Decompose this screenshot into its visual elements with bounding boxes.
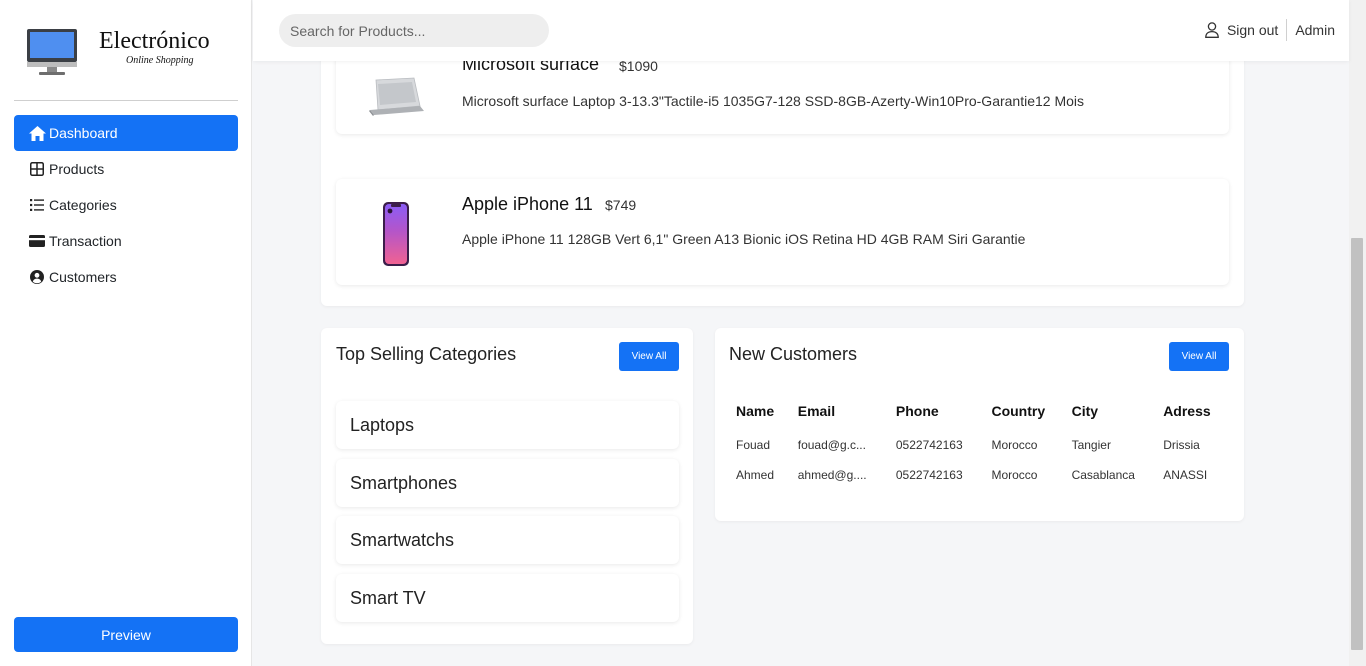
- list-icon: [28, 197, 46, 213]
- sidebar-item-customers[interactable]: Customers: [14, 259, 238, 295]
- table-cell: ahmed@g....: [797, 468, 867, 482]
- table-cell: Casablanca: [1071, 468, 1135, 482]
- sidebar-item-label: Customers: [49, 269, 117, 285]
- table-header-row: Name Email Phone Country City Adress: [729, 398, 1229, 429]
- category-item[interactable]: Smartphones: [336, 459, 679, 507]
- table-cell: ANASSI: [1163, 468, 1208, 482]
- sidebar-item-label: Categories: [49, 197, 117, 213]
- scrollbar-thumb[interactable]: [1351, 238, 1363, 650]
- view-all-categories-button[interactable]: View All: [619, 342, 679, 371]
- credit-card-icon: [28, 233, 46, 249]
- category-item[interactable]: Smartwatchs: [336, 516, 679, 564]
- sidebar-item-label: Dashboard: [49, 125, 118, 141]
- column-header: Name: [736, 403, 775, 419]
- user-menu: Sign out Admin: [1205, 19, 1335, 41]
- table-cell: Fouad: [736, 438, 771, 452]
- sidebar-item-categories[interactable]: Categories: [14, 187, 238, 223]
- sidebar-item-products[interactable]: Products: [14, 151, 238, 187]
- category-item[interactable]: Laptops: [336, 401, 679, 449]
- product-description: Microsoft surface Laptop 3-13.3"Tactile-…: [462, 93, 1085, 109]
- card-title: Top Selling Categories: [336, 344, 517, 364]
- user-circle-icon: [28, 269, 46, 285]
- table-cell: Ahmed: [736, 468, 775, 482]
- top-bar: Sign out Admin: [253, 0, 1349, 61]
- category-item[interactable]: Smart TV: [336, 574, 679, 622]
- sign-out-link[interactable]: Sign out: [1227, 22, 1278, 38]
- product-item[interactable]: Apple iPhone 11 $749 Apple iPhone 11 128…: [336, 179, 1229, 285]
- sidebar: Electrónico Online Shopping Dashboard Pr…: [0, 0, 252, 666]
- sidebar-item-transaction[interactable]: Transaction: [14, 223, 238, 259]
- new-customers-card: New Customers View All Name Email Phone …: [715, 328, 1244, 521]
- column-header: Phone: [895, 403, 939, 419]
- table-row[interactable]: Ahmed ahmed@g.... 0522742163 Morocco Cas…: [729, 459, 1229, 489]
- brand-title: Electrónico: [99, 28, 210, 54]
- table-cell: Morocco: [991, 468, 1038, 482]
- column-header: City: [1071, 403, 1099, 419]
- brand-subtitle: Online Shopping: [126, 55, 194, 66]
- search-input[interactable]: [279, 14, 549, 47]
- recent-products-card: Microsoft surface $1090 Microsoft surfac…: [321, 28, 1244, 306]
- table-cell: Morocco: [991, 438, 1038, 452]
- table-cell: Drissia: [1163, 438, 1200, 452]
- sidebar-item-label: Transaction: [49, 233, 122, 249]
- user-icon: [1205, 22, 1219, 38]
- sidebar-item-dashboard[interactable]: Dashboard: [14, 115, 238, 151]
- admin-link[interactable]: Admin: [1295, 22, 1335, 38]
- customers-table: Name Email Phone Country City Adress Fou…: [729, 398, 1229, 489]
- sidebar-nav: Dashboard Products Categories Transactio…: [14, 115, 238, 295]
- product-name: Apple iPhone 11: [462, 194, 593, 214]
- home-icon: [28, 125, 46, 141]
- preview-button[interactable]: Preview: [14, 617, 238, 652]
- table-cell: Tangier: [1071, 438, 1111, 452]
- card-title: New Customers: [729, 344, 858, 364]
- divider: [14, 100, 238, 101]
- grid-icon: [28, 161, 46, 177]
- product-description: Apple iPhone 11 128GB Vert 6,1" Green A1…: [462, 231, 1026, 247]
- column-header: Country: [991, 403, 1046, 419]
- product-price: $749: [605, 197, 637, 213]
- smartphone-image: [383, 202, 409, 266]
- top-selling-categories-card: Top Selling Categories View All Laptops …: [321, 328, 693, 644]
- table-cell: fouad@g.c...: [797, 438, 866, 452]
- table-cell: 0522742163: [895, 468, 963, 482]
- brand-logo[interactable]: Electrónico Online Shopping: [24, 24, 236, 80]
- page-scrollbar[interactable]: [1349, 0, 1366, 666]
- table-cell: 0522742163: [895, 438, 963, 452]
- view-all-customers-button[interactable]: View All: [1169, 342, 1229, 371]
- column-header: Email: [797, 403, 836, 419]
- sidebar-item-label: Products: [49, 161, 105, 177]
- monitor-icon: [27, 29, 77, 75]
- table-row[interactable]: Fouad fouad@g.c... 0522742163 Morocco Ta…: [729, 429, 1229, 459]
- divider: [1286, 19, 1288, 41]
- column-header: Adress: [1163, 403, 1211, 419]
